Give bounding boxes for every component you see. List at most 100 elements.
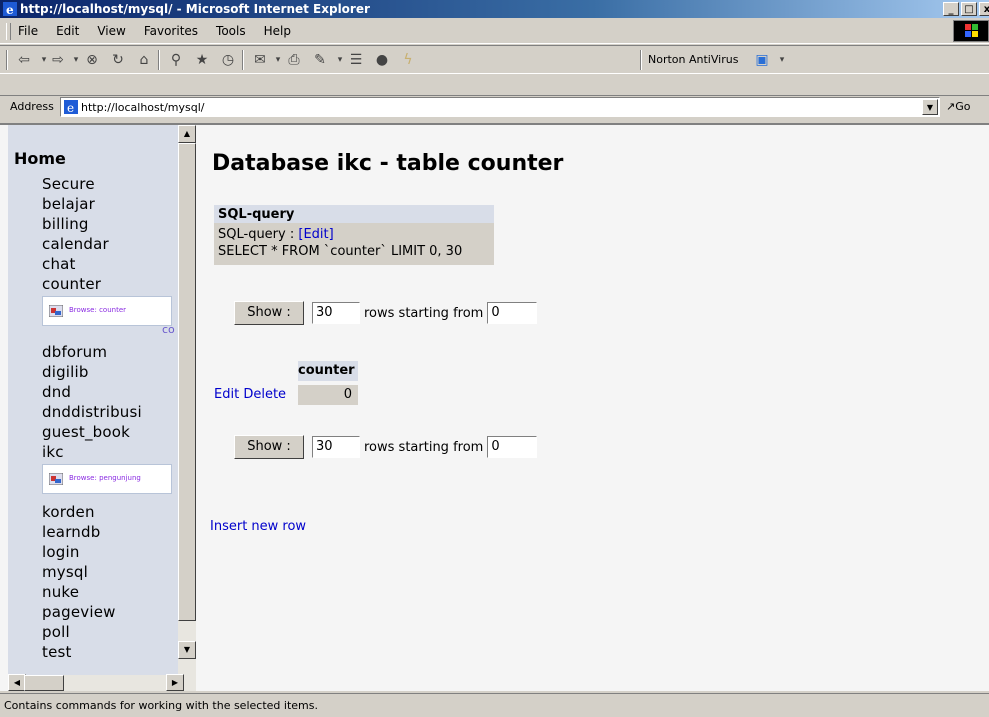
discuss-icon[interactable]: ☰: [346, 51, 366, 69]
horizontal-scrollbar-thumb[interactable]: [24, 675, 64, 691]
db-link-billing[interactable]: billing: [42, 215, 89, 233]
left-navigation-pane: Home Secure belajar billing calendar cha…: [8, 125, 178, 675]
title-bar: e http://localhost/mysql/ - Microsoft In…: [0, 0, 989, 18]
db-link-test[interactable]: test: [42, 643, 72, 661]
norton-icon[interactable]: ▣: [752, 51, 772, 69]
flash-icon[interactable]: ϟ: [398, 51, 418, 69]
search-icon[interactable]: ⚲: [166, 51, 186, 69]
rows-count-input[interactable]: 30: [312, 302, 360, 324]
menu-edit[interactable]: Edit: [56, 24, 79, 38]
home-link[interactable]: Home: [14, 149, 66, 168]
rows-starting-label-bottom: rows starting from: [364, 439, 484, 455]
db-link-digilib[interactable]: digilib: [42, 363, 89, 381]
sql-query-header: SQL-query: [214, 205, 494, 223]
menu-bar: File Edit View Favorites Tools Help: [0, 19, 989, 44]
forward-icon[interactable]: ⇨: [48, 51, 68, 69]
sql-query-label: SQL-query :: [218, 227, 299, 242]
db-link-pageview[interactable]: pageview: [42, 603, 116, 621]
show-rows-form-bottom: Show : 30 rows starting from 0: [234, 435, 538, 459]
db-link-belajar[interactable]: belajar: [42, 195, 95, 213]
table-cell-counter: 0: [298, 385, 358, 405]
mail-icon[interactable]: ✉: [250, 51, 270, 69]
windows-logo-icon: [953, 20, 989, 42]
address-dropdown-icon[interactable]: ▼: [922, 99, 938, 115]
show-button[interactable]: Show :: [234, 301, 304, 325]
address-input[interactable]: e http://localhost/mysql/ ▼: [60, 97, 940, 117]
table-browse-icon: [49, 473, 63, 485]
browse-counter-box[interactable]: Browse: counter: [42, 296, 172, 326]
browse-pengunjung-link[interactable]: Browse: pengunjung: [69, 474, 141, 482]
back-icon[interactable]: ⇦: [14, 51, 34, 69]
sql-edit-link[interactable]: [Edit]: [298, 227, 333, 242]
db-link-nuke[interactable]: nuke: [42, 583, 79, 601]
db-link-counter[interactable]: counter: [42, 275, 101, 293]
ie-logo-icon: e: [3, 2, 17, 16]
browse-ikc-box[interactable]: Browse: pengunjung: [42, 464, 172, 494]
go-arrow-icon: ↗: [946, 100, 956, 113]
show-rows-form-top: Show : 30 rows starting from 0: [234, 301, 538, 325]
delete-row-link[interactable]: Delete: [243, 387, 286, 402]
db-link-guest-book[interactable]: guest_book: [42, 423, 130, 441]
norton-dropdown-icon[interactable]: ▾: [772, 51, 792, 69]
start-row-input[interactable]: 0: [487, 302, 538, 324]
scroll-right-icon[interactable]: ▶: [166, 674, 184, 691]
menu-help[interactable]: Help: [264, 24, 291, 38]
maximize-button[interactable]: □: [961, 2, 977, 16]
edit-row-link[interactable]: Edit: [214, 387, 239, 402]
address-url[interactable]: http://localhost/mysql/: [81, 101, 204, 114]
address-bar: Address e http://localhost/mysql/ ▼ ↗Go: [0, 95, 989, 119]
scroll-down-icon[interactable]: ▼: [178, 641, 196, 659]
refresh-icon[interactable]: ↻: [108, 51, 128, 69]
page-title: Database ikc - table counter: [212, 151, 564, 176]
db-link-calendar[interactable]: calendar: [42, 235, 109, 253]
db-link-dnddistribusi[interactable]: dnddistribusi: [42, 403, 142, 421]
co-link[interactable]: co: [162, 323, 175, 336]
close-button[interactable]: x: [979, 2, 989, 16]
norton-antivirus-label[interactable]: Norton AntiVirus: [648, 53, 738, 66]
column-header-counter[interactable]: counter: [298, 361, 358, 381]
standard-toolbar: ⇦ ▾ ⇨ ▾ ⊗ ↻ ⌂ ⚲ ★ ◷ ✉ ▾ ⎙ ✎ ▾ ☰ ● ϟ Nort…: [0, 45, 989, 74]
db-link-korden[interactable]: korden: [42, 503, 95, 521]
favorites-icon[interactable]: ★: [192, 51, 212, 69]
menu-view[interactable]: View: [97, 24, 125, 38]
home-icon[interactable]: ⌂: [134, 51, 154, 69]
db-link-chat[interactable]: chat: [42, 255, 76, 273]
scrollbar-thumb[interactable]: [178, 143, 196, 621]
main-content-pane: Database ikc - table counter SQL-query S…: [204, 125, 989, 691]
sql-query-body: SQL-query : [Edit] SELECT * FROM `counte…: [214, 223, 494, 265]
db-link-ikc[interactable]: ikc: [42, 443, 64, 461]
rows-count-input-bottom[interactable]: 30: [312, 436, 360, 458]
menubar-grip[interactable]: [6, 23, 11, 40]
rows-starting-label: rows starting from: [364, 305, 484, 321]
browse-counter-link[interactable]: Browse: counter: [69, 306, 126, 314]
go-label: Go: [955, 100, 971, 113]
db-link-mysql[interactable]: mysql: [42, 563, 88, 581]
menu-favorites[interactable]: Favorites: [144, 24, 198, 38]
left-pane-horizontal-scrollbar[interactable]: ◀ ▶: [8, 674, 196, 691]
db-link-poll[interactable]: poll: [42, 623, 70, 641]
start-row-input-bottom[interactable]: 0: [487, 436, 538, 458]
menu-file[interactable]: File: [18, 24, 38, 38]
db-link-learndb[interactable]: learndb: [42, 523, 100, 541]
scroll-up-icon[interactable]: ▲: [178, 125, 196, 143]
menu-tools[interactable]: Tools: [216, 24, 246, 38]
sql-query-box: SQL-query SQL-query : [Edit] SELECT * FR…: [214, 205, 494, 265]
window-title: http://localhost/mysql/ - Microsoft Inte…: [20, 2, 370, 16]
minimize-button[interactable]: _: [943, 2, 959, 16]
table-browse-icon: [49, 305, 63, 317]
print-icon[interactable]: ⎙: [284, 51, 304, 69]
messenger-icon[interactable]: ●: [372, 51, 392, 69]
edit-icon[interactable]: ✎: [310, 51, 330, 69]
go-button[interactable]: ↗Go: [946, 100, 970, 113]
left-pane-vertical-scrollbar[interactable]: ▲ ▼: [178, 125, 196, 675]
show-button-bottom[interactable]: Show :: [234, 435, 304, 459]
status-text: Contains commands for working with the s…: [4, 699, 318, 712]
db-link-login[interactable]: login: [42, 543, 80, 561]
db-link-dnd[interactable]: dnd: [42, 383, 71, 401]
stop-icon[interactable]: ⊗: [82, 51, 102, 69]
history-icon[interactable]: ◷: [218, 51, 238, 69]
insert-new-row-link[interactable]: Insert new row: [210, 519, 306, 534]
content-frame: Home Secure belajar billing calendar cha…: [0, 123, 989, 691]
db-link-secure[interactable]: Secure: [42, 175, 95, 193]
db-link-dbforum[interactable]: dbforum: [42, 343, 107, 361]
